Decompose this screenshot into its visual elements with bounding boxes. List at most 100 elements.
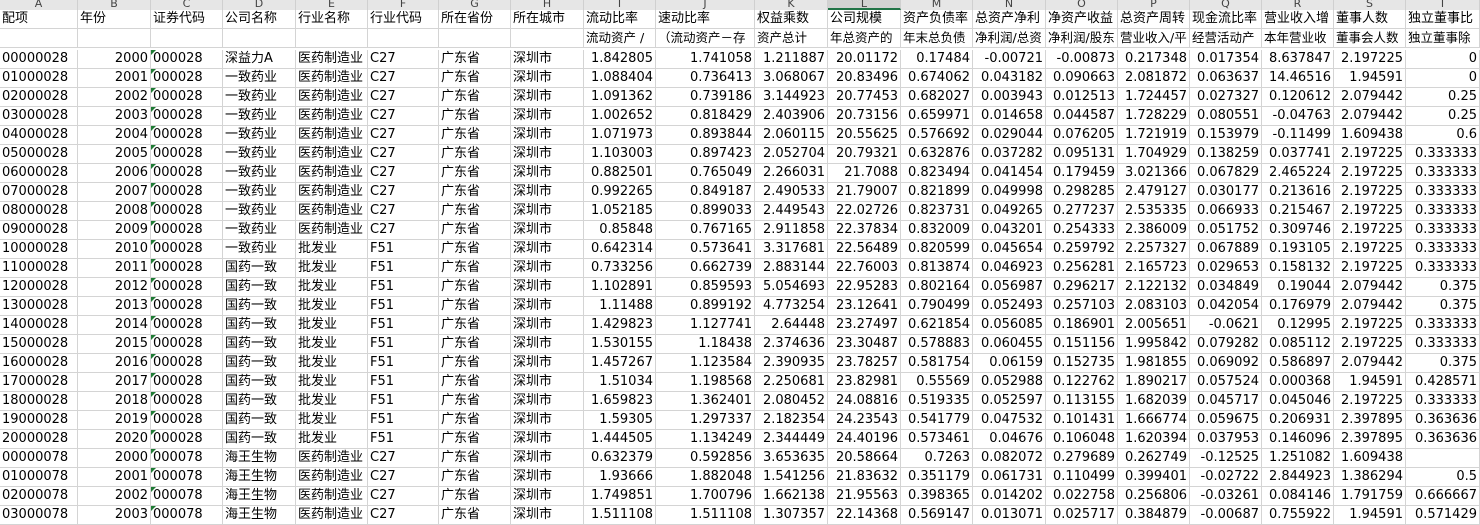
cell-e[interactable]: 批发业 xyxy=(296,430,368,449)
cell-e[interactable]: 医药制造业 xyxy=(296,145,368,164)
cell-t[interactable]: 0.571429 xyxy=(1406,506,1480,525)
cell-h[interactable]: 深圳市 xyxy=(511,392,584,411)
cell-i[interactable]: 1.51034 xyxy=(584,373,656,392)
cell-s[interactable]: 1.609438 xyxy=(1334,449,1406,468)
cell-g[interactable]: 广东省 xyxy=(439,373,511,392)
cell-k[interactable]: 权益乘数 xyxy=(755,10,828,29)
cell-k[interactable]: 2.64448 xyxy=(755,316,828,335)
cell-f[interactable]: C27 xyxy=(368,88,439,107)
cell-l[interactable]: 20.55625 xyxy=(828,126,901,145)
cell-h[interactable]: 深圳市 xyxy=(511,259,584,278)
cell-c[interactable]: 000028 xyxy=(151,335,223,354)
cell-n[interactable]: 0.046923 xyxy=(973,259,1046,278)
cell-m[interactable]: 0.802164 xyxy=(901,278,973,297)
cell-f[interactable]: C27 xyxy=(368,126,439,145)
cell-r[interactable]: -0.04763 xyxy=(1262,107,1334,126)
column-header-t[interactable]: T xyxy=(1406,0,1480,10)
cell-q[interactable]: 0.138259 xyxy=(1190,145,1262,164)
cell-t[interactable] xyxy=(1406,449,1480,468)
cell-e[interactable]: 批发业 xyxy=(296,373,368,392)
cell-a[interactable] xyxy=(0,29,78,48)
cell-o[interactable]: 0.025717 xyxy=(1046,506,1118,525)
cell-t[interactable]: 0.6 xyxy=(1406,126,1480,145)
cell-d[interactable]: 一致药业 xyxy=(223,88,296,107)
cell-o[interactable]: 0.044587 xyxy=(1046,107,1118,126)
cell-t[interactable]: 0.363636 xyxy=(1406,411,1480,430)
cell-j[interactable]: 0.739186 xyxy=(656,88,755,107)
cell-s[interactable]: 2.197225 xyxy=(1334,392,1406,411)
cell-n[interactable]: 0.052988 xyxy=(973,373,1046,392)
cell-l[interactable]: 22.95283 xyxy=(828,278,901,297)
cell-a[interactable]: 02000028 xyxy=(0,88,78,107)
cell-f[interactable]: C27 xyxy=(368,221,439,240)
cell-f[interactable]: F51 xyxy=(368,259,439,278)
cell-q[interactable]: -0.0621 xyxy=(1190,316,1262,335)
cell-e[interactable]: 医药制造业 xyxy=(296,164,368,183)
cell-d[interactable]: 国药一致 xyxy=(223,411,296,430)
cell-p[interactable]: 1.666774 xyxy=(1118,411,1190,430)
cell-l[interactable]: 21.79007 xyxy=(828,183,901,202)
cell-r[interactable]: 0.000368 xyxy=(1262,373,1334,392)
cell-j[interactable]: 1.127741 xyxy=(656,316,755,335)
cell-b[interactable]: 2009 xyxy=(78,221,151,240)
cell-g[interactable]: 广东省 xyxy=(439,259,511,278)
cell-c[interactable]: 000028 xyxy=(151,202,223,221)
cell-g[interactable]: 广东省 xyxy=(439,468,511,487)
cell-e[interactable]: 批发业 xyxy=(296,297,368,316)
cell-r[interactable]: 0.193105 xyxy=(1262,240,1334,259)
cell-i[interactable]: 1.071973 xyxy=(584,126,656,145)
cell-m[interactable]: 0.578883 xyxy=(901,335,973,354)
cell-k[interactable]: 2.060115 xyxy=(755,126,828,145)
cell-j[interactable]: 0.897423 xyxy=(656,145,755,164)
cell-g[interactable]: 广东省 xyxy=(439,145,511,164)
cell-b[interactable]: 2000 xyxy=(78,449,151,468)
column-header-s[interactable]: S xyxy=(1334,0,1406,10)
column-header-q[interactable]: Q xyxy=(1190,0,1262,10)
cell-c[interactable]: 000028 xyxy=(151,69,223,88)
cell-n[interactable]: 0.061731 xyxy=(973,468,1046,487)
cell-s[interactable]: 2.079442 xyxy=(1334,88,1406,107)
cell-m[interactable]: 0.17484 xyxy=(901,50,973,69)
cell-a[interactable]: 20000028 xyxy=(0,430,78,449)
cell-s[interactable]: 2.197225 xyxy=(1334,259,1406,278)
cell-q[interactable]: 0.080551 xyxy=(1190,107,1262,126)
cell-i[interactable]: 流动资产 / xyxy=(584,29,656,48)
cell-b[interactable]: 2008 xyxy=(78,202,151,221)
cell-q[interactable]: 0.067829 xyxy=(1190,164,1262,183)
cell-h[interactable]: 深圳市 xyxy=(511,430,584,449)
cell-f[interactable]: C27 xyxy=(368,487,439,506)
cell-g[interactable]: 广东省 xyxy=(439,430,511,449)
cell-p[interactable]: 1.704929 xyxy=(1118,145,1190,164)
cell-r[interactable]: 0.120612 xyxy=(1262,88,1334,107)
cell-r[interactable]: 本年营业收 xyxy=(1262,29,1334,48)
cell-o[interactable]: 0.277237 xyxy=(1046,202,1118,221)
cell-i[interactable]: 1.091362 xyxy=(584,88,656,107)
cell-e[interactable]: 医药制造业 xyxy=(296,50,368,69)
cell-g[interactable]: 广东省 xyxy=(439,88,511,107)
cell-m[interactable]: 0.581754 xyxy=(901,354,973,373)
cell-d[interactable]: 国药一致 xyxy=(223,430,296,449)
cell-j[interactable]: 速动比率 xyxy=(656,10,755,29)
cell-e[interactable]: 批发业 xyxy=(296,316,368,335)
cell-s[interactable]: 1.791759 xyxy=(1334,487,1406,506)
cell-l[interactable]: 22.56489 xyxy=(828,240,901,259)
cell-r[interactable]: 2.844923 xyxy=(1262,468,1334,487)
column-header-l[interactable]: L xyxy=(828,0,901,10)
cell-j[interactable]: 1.362401 xyxy=(656,392,755,411)
cell-j[interactable]: 0.765049 xyxy=(656,164,755,183)
cell-s[interactable]: 2.197225 xyxy=(1334,164,1406,183)
cell-i[interactable]: 1.511108 xyxy=(584,506,656,525)
cell-t[interactable]: 0.333333 xyxy=(1406,392,1480,411)
cell-f[interactable]: 行业代码 xyxy=(368,10,439,29)
cell-h[interactable]: 深圳市 xyxy=(511,506,584,525)
cell-s[interactable]: 董事人数 xyxy=(1334,10,1406,29)
cell-o[interactable]: 0.186901 xyxy=(1046,316,1118,335)
cell-r[interactable]: 1.251082 xyxy=(1262,449,1334,468)
cell-c[interactable]: 000028 xyxy=(151,259,223,278)
cell-j[interactable]: 1.700796 xyxy=(656,487,755,506)
cell-f[interactable]: C27 xyxy=(368,468,439,487)
cell-j[interactable]: 1.198568 xyxy=(656,373,755,392)
cell-i[interactable]: 1.659823 xyxy=(584,392,656,411)
cell-i[interactable]: 1.59305 xyxy=(584,411,656,430)
cell-e[interactable]: 批发业 xyxy=(296,278,368,297)
